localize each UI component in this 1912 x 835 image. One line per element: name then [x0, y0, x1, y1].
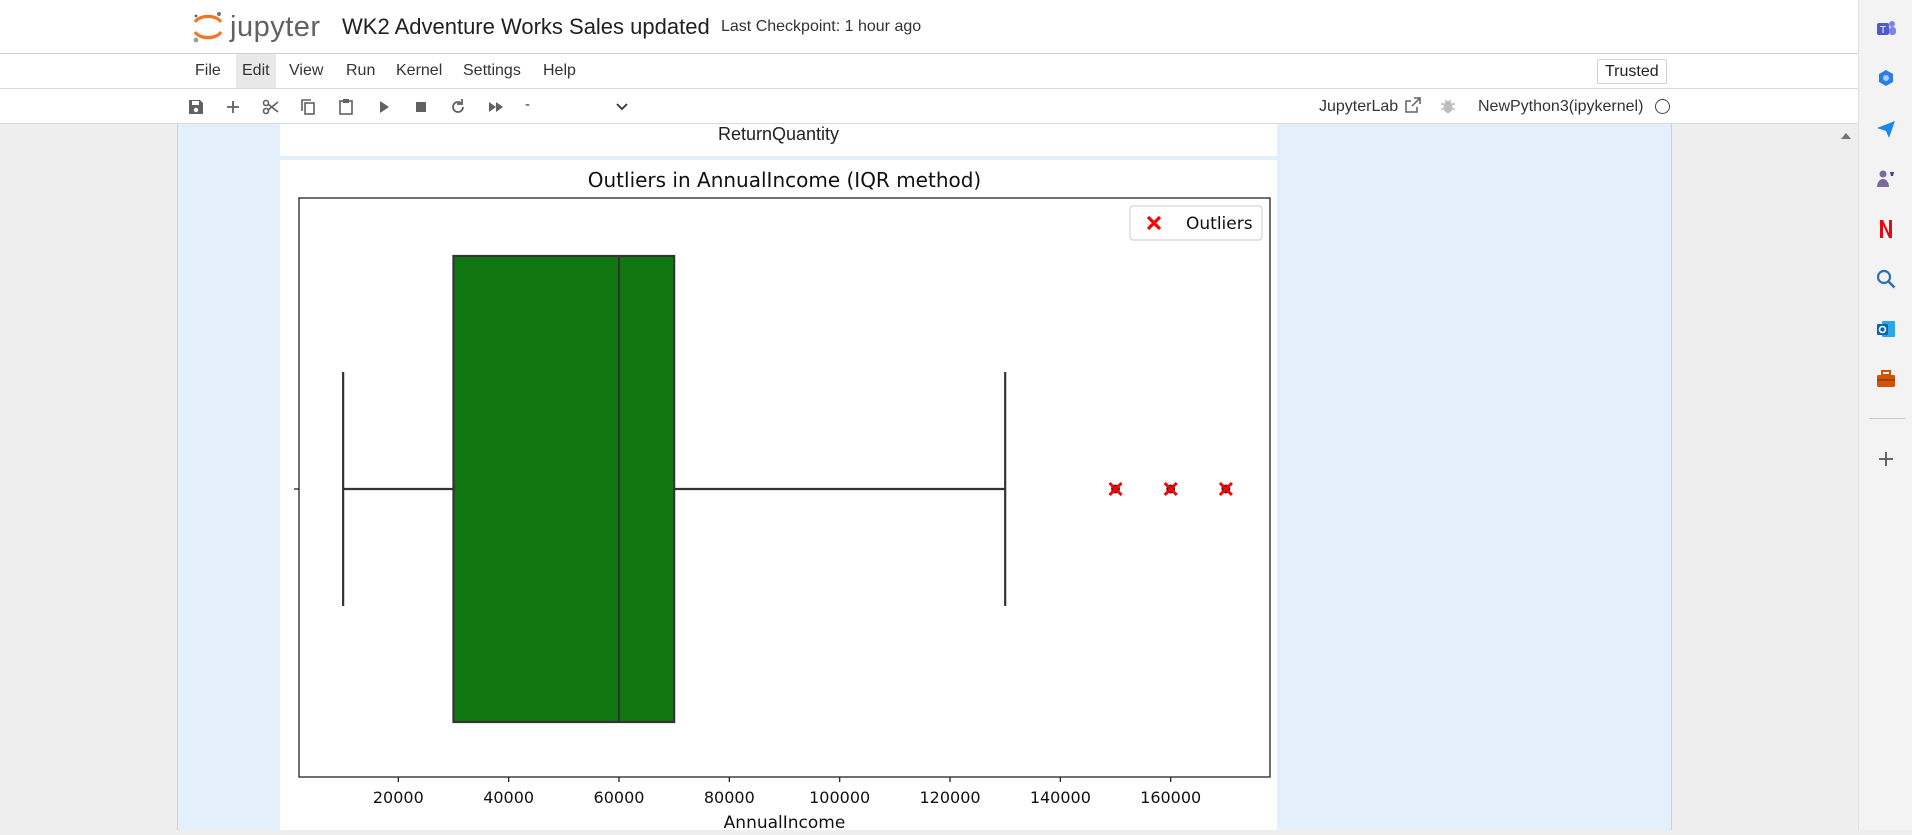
external-link-icon[interactable]	[1404, 96, 1422, 114]
menu-run[interactable]: Run	[340, 54, 381, 88]
kernel-name[interactable]: NewPython3(ipykernel)	[1478, 98, 1643, 116]
chevron-down-icon	[616, 103, 628, 111]
x-tick-label: 140000	[1030, 788, 1091, 807]
x-tick-label: 120000	[919, 788, 980, 807]
copilot-icon[interactable]	[1874, 66, 1898, 90]
browser-sidebar: T	[1858, 0, 1912, 830]
netflix-icon[interactable]	[1874, 217, 1898, 241]
debugger-icon[interactable]	[1440, 97, 1456, 115]
x-axis-label: AnnualIncome	[724, 813, 846, 830]
top-bar: jupyter WK2 Adventure Works Sales update…	[0, 0, 1858, 54]
run-icon[interactable]	[374, 97, 394, 117]
copy-icon[interactable]	[298, 97, 318, 117]
checkpoint-status: Last Checkpoint: 1 hour ago	[721, 18, 922, 35]
cell-type-select[interactable]: -	[525, 96, 630, 116]
previous-output: ReturnQuantity	[280, 124, 1277, 156]
teams-icon[interactable]: T	[1874, 17, 1898, 41]
plot-frame	[298, 197, 1271, 778]
run-all-icon[interactable]	[486, 97, 506, 117]
previous-axis-label: ReturnQuantity	[717, 124, 840, 144]
search-icon[interactable]	[1874, 267, 1898, 291]
jupyter-logo-icon	[193, 12, 223, 43]
kernel-status-icon	[1655, 99, 1670, 114]
add-icon[interactable]	[223, 97, 243, 117]
svg-text:T: T	[1880, 25, 1886, 36]
add-icon[interactable]	[1874, 447, 1898, 471]
outlook-icon[interactable]	[1874, 317, 1898, 341]
cell-type-value: -	[525, 96, 530, 113]
menu-help[interactable]: Help	[537, 54, 582, 88]
logo-text: jupyter	[230, 11, 321, 43]
legend-label: Outliers	[1186, 214, 1253, 234]
jupyter-window: jupyter WK2 Adventure Works Sales update…	[0, 0, 1858, 833]
x-tick-label: 80000	[704, 788, 755, 807]
open-jupyterlab-link[interactable]: JupyterLab	[1319, 98, 1398, 116]
x-tick-label: 40000	[483, 788, 534, 807]
x-tick-label: 100000	[809, 788, 870, 807]
menu-view[interactable]: View	[283, 54, 329, 88]
menu-file[interactable]: File	[189, 54, 227, 88]
stop-icon[interactable]	[411, 97, 431, 117]
jupyter-logo[interactable]: jupyter	[190, 9, 325, 45]
cut-icon[interactable]	[261, 97, 281, 117]
chart-title: Outliers in AnnualIncome (IQR method)	[588, 168, 981, 192]
x-tick-label: 160000	[1140, 788, 1201, 807]
x-tick-label: 60000	[594, 788, 645, 807]
save-icon[interactable]	[186, 97, 206, 117]
scroll-up-icon[interactable]	[1839, 131, 1853, 141]
menu-bar: File Edit View Run Kernel Settings Help	[0, 54, 1858, 89]
menu-settings[interactable]: Settings	[457, 54, 527, 88]
menu-kernel[interactable]: Kernel	[390, 54, 448, 88]
sidebar-divider	[1869, 418, 1905, 419]
boxplot-chart: Outliers in AnnualIncome (IQR method) 200…	[294, 168, 1271, 833]
x-tick-label: 20000	[373, 788, 424, 807]
iqr-box	[452, 254, 676, 724]
paste-icon[interactable]	[336, 97, 356, 117]
toolbox-icon[interactable]	[1874, 367, 1898, 391]
restart-icon[interactable]	[448, 97, 468, 117]
trusted-badge[interactable]: Trusted	[1597, 59, 1667, 84]
send-icon[interactable]	[1874, 117, 1898, 141]
chart-output: Outliers in AnnualIncome (IQR method) 200…	[280, 160, 1277, 833]
notebook-title[interactable]: WK2 Adventure Works Sales updated	[342, 14, 710, 40]
menu-edit[interactable]: Edit	[236, 54, 276, 88]
games-icon[interactable]	[1874, 167, 1898, 191]
